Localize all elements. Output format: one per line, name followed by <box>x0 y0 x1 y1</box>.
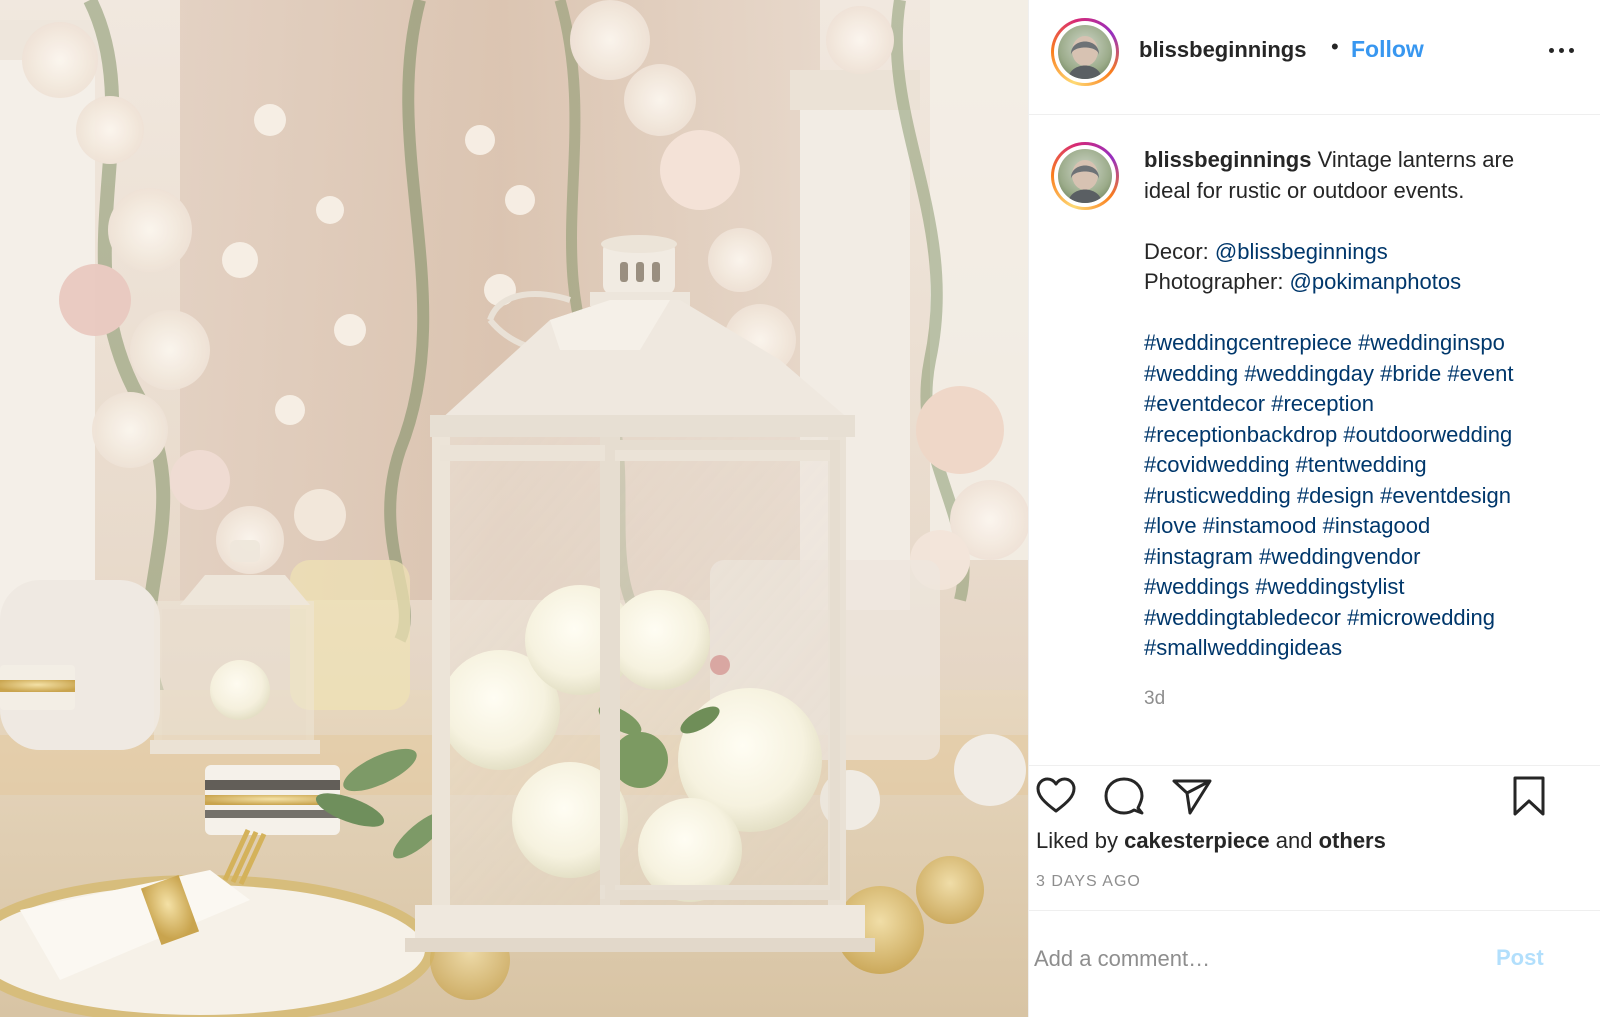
hashtag-link[interactable]: #covidwedding <box>1144 452 1290 477</box>
hashtag-link[interactable]: #weddingcentrepiece <box>1144 330 1352 355</box>
post-photo[interactable] <box>0 0 1028 1017</box>
hashtag-line: #eventdecor #reception <box>1144 389 1584 420</box>
caption-username[interactable]: blissbeginnings <box>1144 147 1311 172</box>
hashtag-link[interactable]: #weddings <box>1144 574 1249 599</box>
post-timestamp[interactable]: 3 DAYS AGO <box>1036 873 1141 891</box>
mention-link[interactable]: @pokimanphotos <box>1290 269 1462 294</box>
hashtag-line: #wedding #weddingday #bride #event <box>1144 359 1584 390</box>
hashtag-link[interactable]: #microwedding <box>1347 605 1495 630</box>
hashtag-line: #weddings #weddingstylist <box>1144 572 1584 603</box>
hashtag-link[interactable]: #outdoorwedding <box>1343 422 1512 447</box>
post-side-panel: blissbeginnings • Follow blissbeginnings <box>1028 0 1600 1017</box>
liked-by-user[interactable]: cakesterpiece <box>1124 828 1270 853</box>
caption-area: blissbeginnings Vintage lanterns are ide… <box>1029 115 1600 765</box>
photographer-label: Photographer: <box>1144 269 1290 294</box>
hashtag-line: #covidwedding #tentwedding <box>1144 450 1584 481</box>
action-bar: Liked by cakesterpiece and others 3 DAYS… <box>1029 765 1600 910</box>
hashtag-link[interactable]: #design <box>1297 483 1374 508</box>
hashtag-line: #instagram #weddingvendor <box>1144 542 1584 573</box>
caption-text-line: Vintage lanterns are <box>1317 147 1515 172</box>
caption-text-line: ideal for rustic or outdoor events. <box>1144 177 1465 203</box>
profile-picture <box>1058 149 1112 203</box>
paper-plane-icon[interactable] <box>1170 774 1214 818</box>
post-age[interactable]: 3d <box>1144 688 1165 710</box>
hashtag-link[interactable]: #weddingday <box>1244 361 1374 386</box>
hashtag-link[interactable]: #event <box>1447 361 1513 386</box>
liked-by-others[interactable]: others <box>1319 828 1386 853</box>
hashtag-line: #rusticwedding #design #eventdesign <box>1144 481 1584 512</box>
hashtag-link[interactable]: #weddinginspo <box>1358 330 1505 355</box>
comment-bar: Post <box>1029 910 1600 1017</box>
heart-icon[interactable] <box>1034 774 1078 818</box>
hashtag-link[interactable]: #receptionbackdrop <box>1144 422 1337 447</box>
likes-summary: Liked by cakesterpiece and others <box>1036 828 1386 853</box>
hashtag-link[interactable]: #weddingtabledecor <box>1144 605 1341 630</box>
post-author-username[interactable]: blissbeginnings <box>1139 37 1306 63</box>
bookmark-icon[interactable] <box>1507 774 1551 818</box>
post-header: blissbeginnings • Follow <box>1029 0 1600 115</box>
hashtag-block: #weddingcentrepiece #weddinginspo #weddin… <box>1144 328 1584 664</box>
comment-input[interactable] <box>1034 939 1474 979</box>
hashtag-link[interactable]: #weddingvendor <box>1259 544 1420 569</box>
hashtag-link[interactable]: #instagood <box>1323 513 1431 538</box>
hashtag-link[interactable]: #smallweddingideas <box>1144 635 1342 660</box>
hashtag-link[interactable]: #wedding <box>1144 361 1238 386</box>
decor-label: Decor: <box>1144 238 1215 264</box>
hashtag-link[interactable]: #rusticwedding <box>1144 483 1291 508</box>
mention-link[interactable]: @blissbeginnings <box>1215 239 1388 264</box>
profile-picture <box>1058 25 1112 79</box>
hashtag-line: #weddingtabledecor #microwedding <box>1144 603 1584 634</box>
wedding-lantern-image <box>0 0 1028 1017</box>
hashtag-line: #love #instamood #instagood <box>1144 511 1584 542</box>
follow-button[interactable]: Follow <box>1351 36 1424 63</box>
hashtag-link[interactable]: #eventdesign <box>1380 483 1511 508</box>
more-options-icon[interactable] <box>1549 40 1579 60</box>
hashtag-line: #smallweddingideas <box>1144 633 1584 664</box>
post-caption: blissbeginnings Vintage lanterns are ide… <box>1144 145 1584 664</box>
caption-avatar[interactable] <box>1051 142 1119 210</box>
hashtag-link[interactable]: #reception <box>1271 391 1374 416</box>
comment-bubble-icon[interactable] <box>1102 774 1146 818</box>
hashtag-link[interactable]: #eventdecor <box>1144 391 1265 416</box>
avatar[interactable] <box>1051 18 1119 86</box>
hashtag-link[interactable]: #bride <box>1380 361 1441 386</box>
hashtag-link[interactable]: #tentwedding <box>1296 452 1427 477</box>
hashtag-line: #weddingcentrepiece #weddinginspo <box>1144 328 1584 359</box>
hashtag-link[interactable]: #love <box>1144 513 1197 538</box>
hashtag-link[interactable]: #weddingstylist <box>1255 574 1404 599</box>
separator-dot: • <box>1331 34 1339 59</box>
post-comment-button[interactable]: Post <box>1496 945 1544 971</box>
hashtag-link[interactable]: #instagram <box>1144 544 1253 569</box>
hashtag-link[interactable]: #instamood <box>1203 513 1317 538</box>
hashtag-line: #receptionbackdrop #outdoorwedding <box>1144 420 1584 451</box>
